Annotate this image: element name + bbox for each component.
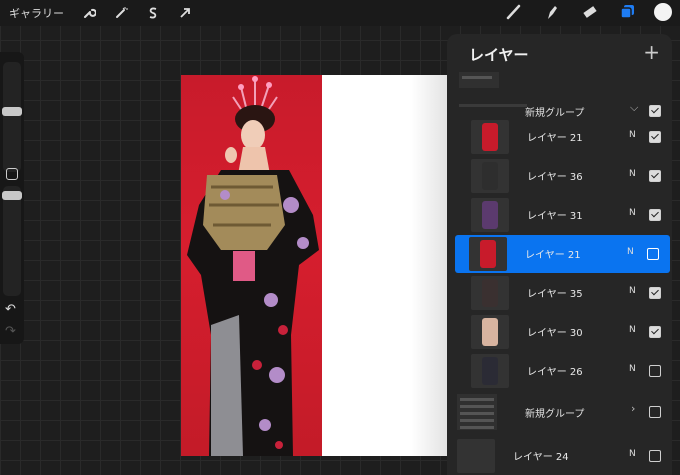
brush-size-knob[interactable] [2, 107, 22, 116]
layers-icon[interactable] [618, 2, 638, 22]
layer-row[interactable]: レイヤー 31 N [457, 196, 670, 234]
layer-row-last[interactable]: レイヤー 24 N [457, 437, 670, 475]
selection-s-icon[interactable] [143, 3, 163, 23]
group-row-bottom[interactable]: 新規グループ › [457, 393, 670, 431]
modify-square-icon[interactable] [6, 168, 18, 180]
layer-thumbnail [457, 439, 495, 473]
visibility-checkbox[interactable] [649, 209, 661, 221]
visibility-checkbox[interactable] [649, 450, 661, 462]
chevron-down-icon[interactable]: ⌵ [630, 101, 638, 115]
color-picker-button[interactable] [654, 3, 672, 21]
group-thumbnail [457, 394, 497, 430]
layer-thumbnail [471, 354, 509, 388]
layers-panel: レイヤー + 新規グループ ⌵ レイヤー 21 N レイヤー 36 N レイヤー 31 N… [447, 34, 672, 475]
gallery-button[interactable]: ギャラリー [9, 5, 67, 21]
drawing-canvas[interactable] [181, 75, 451, 456]
blend-mode[interactable]: N [629, 325, 636, 335]
add-layer-button[interactable]: + [643, 40, 660, 64]
blend-mode[interactable]: N [629, 169, 636, 179]
group-thumbnail-partial [459, 72, 499, 88]
opacity-slider[interactable] [2, 186, 22, 296]
visibility-checkbox[interactable] [649, 170, 661, 182]
wrench-icon[interactable] [79, 3, 99, 23]
layer-thumbnail [471, 198, 509, 232]
blend-mode[interactable]: N [627, 247, 634, 257]
visibility-checkbox[interactable] [649, 131, 661, 143]
opacity-knob[interactable] [2, 191, 22, 200]
layer-name: レイヤー 35 [527, 289, 583, 300]
group-name: 新規グループ [525, 108, 585, 119]
layer-thumbnail [471, 315, 509, 349]
left-sidebar: ↶ ↷ [0, 52, 24, 344]
smudge-icon[interactable] [542, 2, 562, 22]
layer-row[interactable]: レイヤー 30 N [457, 313, 670, 351]
brush-size-slider[interactable] [2, 62, 22, 172]
blend-mode[interactable]: N [629, 286, 636, 296]
layer-row[interactable]: レイヤー 36 N [457, 157, 670, 195]
undo-icon[interactable]: ↶ [5, 302, 16, 317]
layer-thumbnail [471, 120, 509, 154]
layer-name: レイヤー 26 [527, 367, 583, 378]
brush-icon[interactable] [504, 2, 524, 22]
group-name: 新規グループ [525, 409, 585, 420]
visibility-checkbox[interactable] [647, 248, 659, 260]
layer-row[interactable]: レイヤー 21 N [455, 235, 670, 273]
visibility-checkbox[interactable] [649, 365, 661, 377]
layer-row[interactable]: レイヤー 35 N [457, 274, 670, 312]
kimono-photo [181, 75, 322, 456]
visibility-checkbox[interactable] [649, 406, 661, 418]
layer-row[interactable]: レイヤー 21 N [457, 118, 670, 156]
layer-name: レイヤー 36 [527, 172, 583, 183]
visibility-checkbox[interactable] [649, 105, 661, 117]
panel-title: レイヤー [469, 46, 529, 64]
layer-row[interactable]: レイヤー 26 N [457, 352, 670, 390]
blend-mode[interactable]: N [629, 208, 636, 218]
blend-mode[interactable]: N [629, 130, 636, 140]
layer-name: レイヤー 24 [513, 452, 569, 463]
eraser-icon[interactable] [580, 2, 600, 22]
chevron-right-icon[interactable]: › [631, 402, 635, 415]
canvas-shadow [411, 75, 451, 456]
top-toolbar: ギャラリー [0, 0, 680, 26]
layer-thumbnail [471, 276, 509, 310]
blend-mode[interactable]: N [629, 364, 636, 374]
layer-name: レイヤー 31 [527, 211, 583, 222]
redo-icon[interactable]: ↷ [5, 324, 16, 339]
layer-thumbnail [469, 237, 507, 271]
layer-name: レイヤー 21 [527, 133, 583, 144]
right-tools [486, 2, 672, 22]
magic-wand-icon[interactable] [111, 3, 131, 23]
layer-name: レイヤー 21 [525, 250, 581, 261]
visibility-checkbox[interactable] [649, 287, 661, 299]
blend-mode[interactable]: N [629, 449, 636, 459]
layer-name: レイヤー 30 [527, 328, 583, 339]
visibility-checkbox[interactable] [649, 326, 661, 338]
transform-arrow-icon[interactable] [175, 3, 195, 23]
layer-thumbnail [471, 159, 509, 193]
